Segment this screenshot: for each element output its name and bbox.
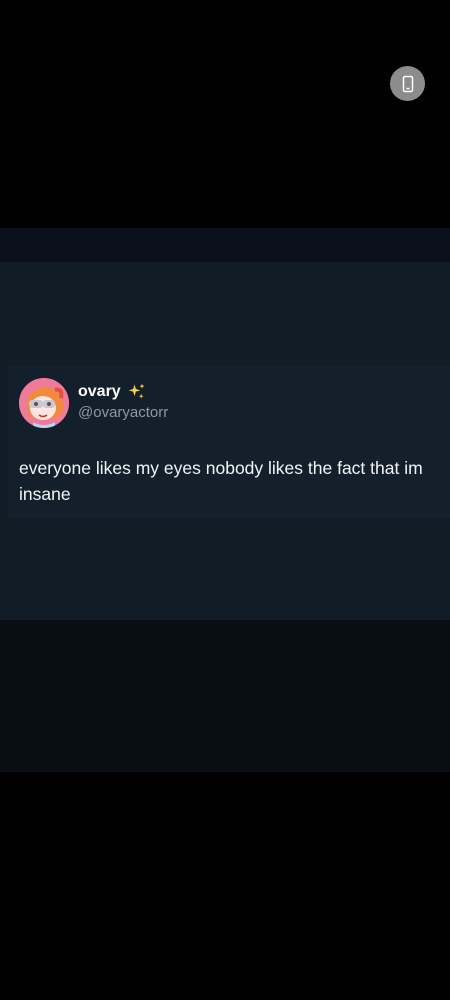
bottom-black-area [0,772,450,1000]
phone-rotate-icon [402,75,413,92]
image-top-band [0,228,450,262]
rotate-screen-button[interactable] [390,66,425,101]
display-name[interactable]: ovary [78,383,121,401]
tweet-text: everyone likes my eyes nobody likes the … [19,458,423,504]
cartoon-girl-avatar [19,378,69,428]
avatar[interactable] [19,378,69,428]
image-bottom-band [0,620,450,772]
sparkles-icon [128,383,145,399]
tweet-author-row: ovary [78,382,147,402]
top-black-area [0,0,450,228]
user-handle[interactable]: @ovaryactorr [78,404,168,421]
